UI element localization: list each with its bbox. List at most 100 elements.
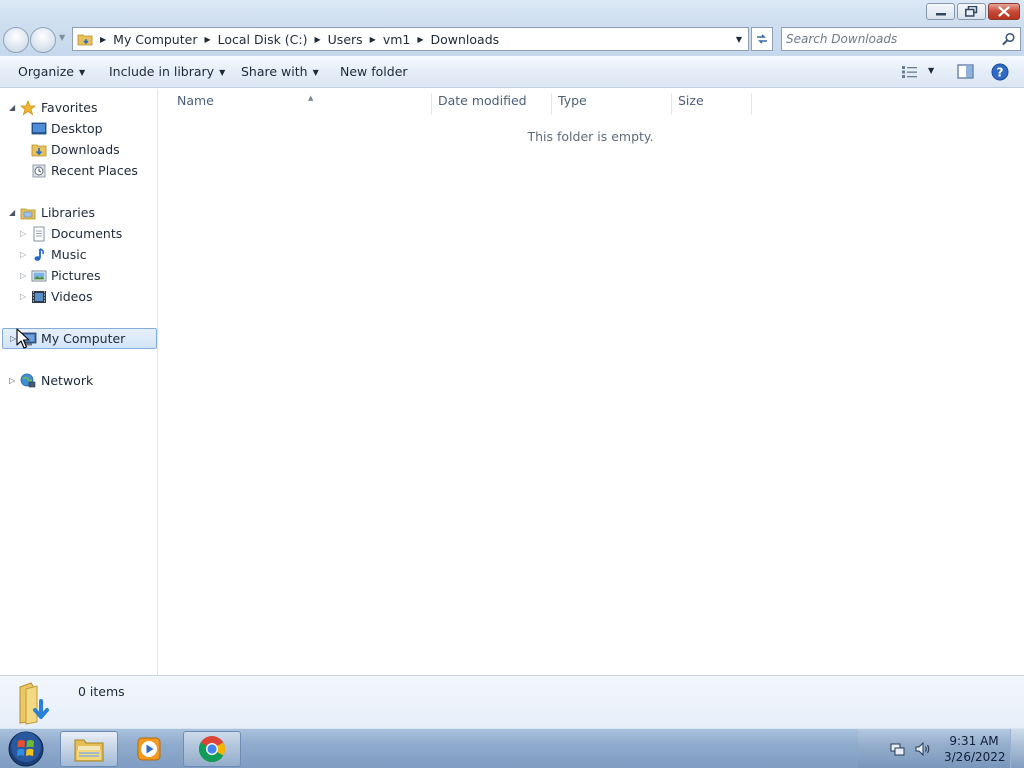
collapse-arrow-icon[interactable]: ◢ <box>9 208 15 217</box>
view-options-chevron-icon[interactable]: ▼ <box>928 66 934 75</box>
nav-item-documents[interactable]: ▷ Documents <box>0 223 158 244</box>
collapse-arrow-icon[interactable]: ◢ <box>9 103 15 112</box>
taskbar-chrome[interactable] <box>183 731 241 767</box>
network-tray-icon[interactable] <box>890 741 906 757</box>
breadcrumb-local-disk[interactable]: Local Disk (C:) <box>218 32 308 47</box>
chevron-down-icon: ▼ <box>219 68 226 77</box>
empty-folder-text: This folder is empty. <box>527 129 654 144</box>
close-icon <box>998 6 1010 17</box>
volume-icon[interactable] <box>914 741 932 757</box>
start-button[interactable] <box>6 730 46 768</box>
include-in-library-button[interactable]: Include in library ▼ <box>109 64 225 79</box>
chevron-down-icon: ▼ <box>312 68 319 77</box>
include-in-library-label: Include in library <box>109 64 215 79</box>
organize-button[interactable]: Organize ▼ <box>18 64 85 79</box>
svg-text:?: ? <box>997 65 1004 79</box>
restore-button[interactable] <box>957 3 986 20</box>
breadcrumb-arrow-icon[interactable]: ▶ <box>100 35 106 44</box>
nav-item-label: Downloads <box>51 142 120 157</box>
nav-item-pictures[interactable]: ▷ Pictures <box>0 265 158 286</box>
breadcrumb-my-computer[interactable]: My Computer <box>113 32 197 47</box>
nav-item-label: Music <box>51 247 87 262</box>
address-row: ▼ ▶ My Computer ▶ Local Disk (C:) ▶ User… <box>0 22 1024 56</box>
videos-icon <box>32 290 46 303</box>
downloads-folder-icon <box>19 682 49 725</box>
breadcrumb-arrow-icon[interactable]: ▶ <box>370 35 376 44</box>
expand-arrow-icon[interactable]: ▷ <box>9 376 15 385</box>
column-header-size[interactable]: Size <box>672 93 752 115</box>
nav-favorites[interactable]: ◢ Favorites <box>0 97 158 118</box>
recent-pages-chevron-icon[interactable]: ▼ <box>59 33 69 45</box>
search-box[interactable] <box>781 27 1021 51</box>
breadcrumb-users[interactable]: Users <box>328 32 363 47</box>
change-view-icon[interactable] <box>901 65 919 79</box>
taskbar: 9:31 AM 3/26/2022 <box>0 728 1024 768</box>
column-header-type[interactable]: Type <box>552 93 672 115</box>
nav-item-music[interactable]: ▷ Music <box>0 244 158 265</box>
back-button[interactable] <box>3 27 29 53</box>
share-with-button[interactable]: Share with ▼ <box>241 64 319 79</box>
help-icon[interactable]: ? <box>991 63 1009 81</box>
network-icon <box>20 373 36 387</box>
expand-arrow-icon[interactable]: ▷ <box>20 271 26 280</box>
pictures-icon <box>31 270 47 281</box>
refresh-button[interactable] <box>751 27 773 51</box>
expand-arrow-icon[interactable]: ▷ <box>20 292 26 301</box>
breadcrumb-arrow-icon[interactable]: ▶ <box>204 35 210 44</box>
forward-button[interactable] <box>30 27 56 53</box>
address-bar[interactable]: ▶ My Computer ▶ Local Disk (C:) ▶ Users … <box>72 27 749 51</box>
system-tray: 9:31 AM 3/26/2022 <box>858 729 1024 768</box>
nav-item-label: Documents <box>51 226 123 241</box>
chevron-down-icon: ▼ <box>79 68 86 77</box>
nav-item-recent-places[interactable]: Recent Places <box>0 160 158 181</box>
favorites-star-icon <box>20 99 36 115</box>
search-icon[interactable] <box>1002 32 1016 46</box>
media-player-icon <box>137 737 161 761</box>
nav-libraries[interactable]: ◢ Libraries <box>0 202 158 223</box>
restore-icon <box>965 6 978 17</box>
column-header-date-modified[interactable]: Date modified <box>432 93 552 115</box>
nav-favorites-label: Favorites <box>41 100 98 115</box>
minimize-button[interactable] <box>926 3 955 20</box>
taskbar-media-player[interactable] <box>120 731 178 767</box>
nav-item-label: Desktop <box>51 121 103 136</box>
windows-explorer-icon <box>74 739 104 762</box>
file-list-area[interactable]: Name ▲ Date modified Type Size This fold… <box>159 89 1024 675</box>
music-icon <box>34 247 44 261</box>
address-dropdown-icon[interactable]: ▼ <box>732 31 746 47</box>
breadcrumb-downloads[interactable]: Downloads <box>431 32 500 47</box>
chrome-icon <box>198 736 226 763</box>
command-bar: Organize ▼ Include in library ▼ Share with… <box>0 56 1024 88</box>
nav-network-label: Network <box>41 373 94 388</box>
organize-label: Organize <box>18 64 74 79</box>
nav-libraries-label: Libraries <box>41 205 95 220</box>
nav-network[interactable]: ▷ Network <box>0 370 158 391</box>
window-title-bar[interactable] <box>0 0 1024 22</box>
clock-time[interactable]: 9:31 AM <box>944 734 1004 748</box>
libraries-icon <box>20 208 36 219</box>
navigation-pane[interactable]: ◢ Favorites Desktop Downloads Recent Pla… <box>0 89 158 675</box>
expand-arrow-icon[interactable]: ▷ <box>20 250 26 259</box>
nav-item-label: Pictures <box>51 268 101 283</box>
nav-item-desktop[interactable]: Desktop <box>0 118 158 139</box>
close-button[interactable] <box>988 3 1020 20</box>
preview-pane-icon[interactable] <box>957 64 975 80</box>
column-header-name[interactable]: Name ▲ <box>171 93 432 115</box>
folder-icon <box>77 34 93 46</box>
item-count: 0 items <box>78 684 125 699</box>
nav-item-videos[interactable]: ▷ Videos <box>0 286 158 307</box>
nav-my-computer-label: My Computer <box>41 331 126 346</box>
search-input[interactable] <box>786 31 996 47</box>
sort-ascending-icon: ▲ <box>308 94 314 102</box>
taskbar-windows-explorer[interactable] <box>60 731 118 767</box>
breadcrumb-vm1[interactable]: vm1 <box>383 32 411 47</box>
new-folder-button[interactable]: New folder <box>340 64 408 79</box>
breadcrumb-arrow-icon[interactable]: ▶ <box>417 35 423 44</box>
expand-arrow-icon[interactable]: ▷ <box>20 229 26 238</box>
show-desktop-button[interactable] <box>1010 729 1024 768</box>
breadcrumb-arrow-icon[interactable]: ▶ <box>315 35 321 44</box>
refresh-icon <box>757 34 767 44</box>
clock-date[interactable]: 3/26/2022 <box>944 750 1006 764</box>
nav-item-label: Recent Places <box>51 163 138 178</box>
nav-item-downloads[interactable]: Downloads <box>0 139 158 160</box>
